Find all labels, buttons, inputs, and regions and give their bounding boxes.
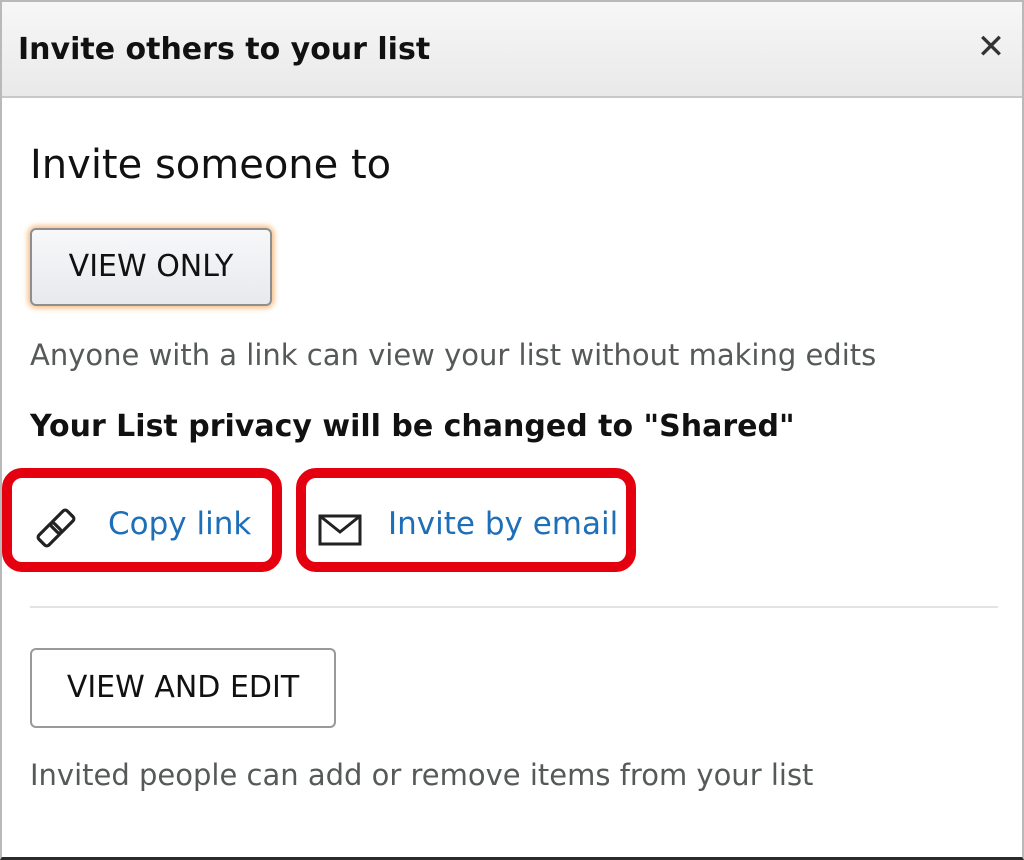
dialog-header: Invite others to your list ✕ <box>2 2 1022 98</box>
dialog-title: Invite others to your list <box>18 32 431 67</box>
copy-link-label: Copy link <box>108 506 252 542</box>
view-only-button[interactable]: VIEW ONLY <box>30 228 272 306</box>
close-icon[interactable]: ✕ <box>974 30 1008 64</box>
section-divider <box>30 606 998 608</box>
invite-heading: Invite someone to <box>30 142 392 188</box>
invite-by-email-button[interactable]: Invite by email <box>296 468 636 572</box>
view-and-edit-button[interactable]: VIEW AND EDIT <box>30 648 336 728</box>
invite-dialog: Invite others to your list ✕ Invite some… <box>0 0 1024 860</box>
copy-link-button[interactable]: Copy link <box>2 468 282 572</box>
view-and-edit-description: Invited people can add or remove items f… <box>30 758 814 792</box>
view-only-description: Anyone with a link can view your list wi… <box>30 338 877 372</box>
link-icon <box>36 508 76 548</box>
privacy-note: Your List privacy will be changed to "Sh… <box>30 409 795 444</box>
envelope-icon <box>318 514 362 546</box>
invite-by-email-label: Invite by email <box>388 506 619 542</box>
